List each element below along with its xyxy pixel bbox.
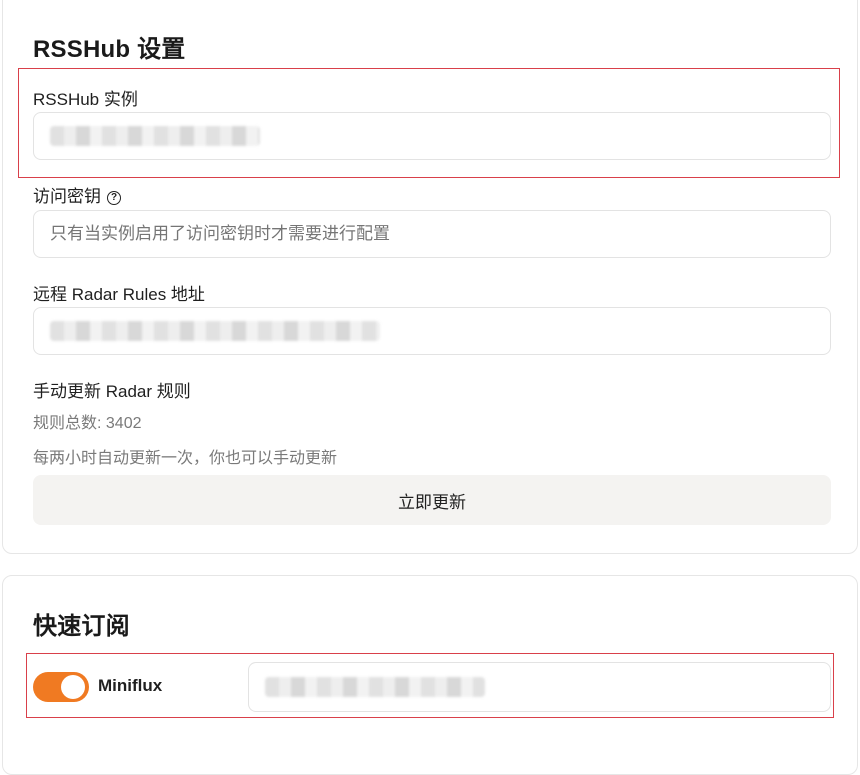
quick-subscribe-card: 快速订阅 Miniflux xyxy=(2,575,858,775)
miniflux-url-input[interactable] xyxy=(248,662,831,712)
rsshub-settings-card: RSSHub 设置 RSSHub 实例 访问密钥? 远程 Radar Rules… xyxy=(2,0,858,554)
update-now-button[interactable]: 立即更新 xyxy=(33,475,831,525)
miniflux-toggle[interactable] xyxy=(33,672,89,702)
access-key-input[interactable] xyxy=(33,210,831,258)
redacted-value xyxy=(50,321,380,341)
rsshub-instance-input[interactable] xyxy=(33,112,831,160)
rules-total-text: 规则总数: 3402 xyxy=(33,415,142,432)
radar-rules-input[interactable] xyxy=(33,307,831,355)
rsshub-instance-label: RSSHub 实例 xyxy=(33,90,138,109)
rsshub-settings-title: RSSHub 设置 xyxy=(33,36,186,63)
miniflux-label: Miniflux xyxy=(98,676,163,695)
quick-subscribe-title: 快速订阅 xyxy=(33,613,130,640)
manual-update-label: 手动更新 Radar 规则 xyxy=(33,382,191,401)
access-key-label-text: 访问密钥 xyxy=(33,187,101,206)
redacted-value xyxy=(265,677,485,697)
access-key-label: 访问密钥? xyxy=(33,182,121,207)
question-circle-icon[interactable]: ? xyxy=(107,191,121,205)
toggle-knob xyxy=(61,675,85,699)
auto-update-note: 每两小时自动更新一次，你也可以手动更新 xyxy=(33,450,338,467)
radar-rules-label: 远程 Radar Rules 地址 xyxy=(33,285,205,304)
redacted-value xyxy=(50,126,260,146)
